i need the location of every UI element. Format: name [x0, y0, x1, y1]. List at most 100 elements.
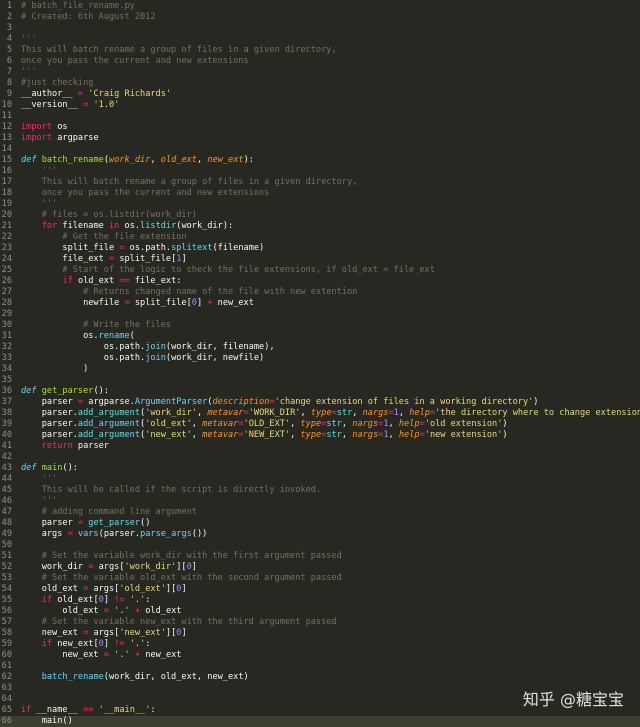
code-token: ,: [341, 419, 353, 429]
code-line[interactable]: 7 ''': [0, 67, 640, 78]
code-text: __author__ = 'Craig Richards': [21, 89, 171, 100]
line-number: 57: [1, 617, 12, 627]
code-line[interactable]: 17 This will batch rename a group of fil…: [0, 177, 640, 188]
code-token: parser: [21, 397, 78, 407]
code-line[interactable]: 31 os.rename(: [0, 331, 640, 342]
code-line[interactable]: 34 ): [0, 364, 640, 375]
code-line[interactable]: 27 # Returns changed name of the file wi…: [0, 287, 640, 298]
code-line[interactable]: 56 old_ext = '.' + old_ext: [0, 606, 640, 617]
code-line[interactable]: 14: [0, 144, 640, 155]
code-line[interactable]: 47 # adding command line argument: [0, 507, 640, 518]
code-line[interactable]: 60 new_ext = '.' + new_ext: [0, 650, 640, 661]
line-number: 9: [6, 89, 12, 99]
code-token: split_file[: [114, 254, 177, 264]
code-line[interactable]: 24 file_ext = split_file[1]: [0, 254, 640, 265]
line-number: 39: [1, 419, 12, 429]
code-line[interactable]: 38 parser.add_argument('work_dir', metav…: [0, 408, 640, 419]
code-token: old_ext[: [52, 595, 99, 605]
line-number: 61: [1, 661, 12, 671]
code-line[interactable]: 44 ''': [0, 474, 640, 485]
code-token: # files = os.listdir(work_dir): [21, 210, 197, 220]
code-token: This will batch rename a group of files …: [21, 177, 358, 187]
code-line[interactable]: 51 # Set the variable work_dir with the …: [0, 551, 640, 562]
code-line[interactable]: 59 if new_ext[0] != '.':: [0, 639, 640, 650]
code-line[interactable]: 12 import os: [0, 122, 640, 133]
code-line[interactable]: 43 def main():: [0, 463, 640, 474]
code-line[interactable]: 5 This will batch rename a group of files…: [0, 45, 640, 56]
code-line[interactable]: 3: [0, 23, 640, 34]
code-line[interactable]: 52 work_dir = args['work_dir'][0]: [0, 562, 640, 573]
code-line[interactable]: 49 args = vars(parser.parse_args()): [0, 529, 640, 540]
code-line[interactable]: 39 parser.add_argument('old_ext', metava…: [0, 419, 640, 430]
code-text: This will batch rename a group of files …: [21, 45, 337, 56]
code-token: This will be called if the script is dir…: [21, 485, 322, 495]
code-line[interactable]: 20 # files = os.listdir(work_dir): [0, 210, 640, 221]
code-line[interactable]: 35: [0, 375, 640, 386]
code-line[interactable]: 25 # Start of the logic to check the fil…: [0, 265, 640, 276]
code-line[interactable]: 11: [0, 111, 640, 122]
code-line[interactable]: 48 parser = get_parser(): [0, 518, 640, 529]
code-line[interactable]: 54 old_ext = args['old_ext'][0]: [0, 584, 640, 595]
code-line[interactable]: 50: [0, 540, 640, 551]
code-token: if: [62, 276, 73, 286]
code-line[interactable]: 61: [0, 661, 640, 672]
code-line[interactable]: 30 # Write the files: [0, 320, 640, 331]
code-token: 'Craig Richards': [88, 89, 172, 99]
code-text: os.rename(: [21, 331, 135, 342]
code-token: rename: [98, 331, 130, 341]
code-line[interactable]: 26 if old_ext == file_ext:: [0, 276, 640, 287]
code-line[interactable]: 55 if old_ext[0] != '.':: [0, 595, 640, 606]
code-line[interactable]: 46 ''': [0, 496, 640, 507]
code-line[interactable]: 19 ''': [0, 199, 640, 210]
code-token: argparse.: [83, 397, 135, 407]
code-line[interactable]: 9 __author__ = 'Craig Richards': [0, 89, 640, 100]
code-line[interactable]: 23 split_file = os.path.splitext(filenam…: [0, 243, 640, 254]
code-editor[interactable]: 1 # batch_file_rename.py 2 # Created: 6th A…: [0, 0, 640, 727]
code-line[interactable]: 10 __version__ = '1.0': [0, 100, 640, 111]
code-text: main(): [21, 716, 73, 727]
code-line[interactable]: 42: [0, 452, 640, 463]
code-token: def: [21, 463, 37, 473]
code-line[interactable]: 22 # Get the file extension: [0, 232, 640, 243]
code-line[interactable]: 66 main(): [0, 716, 640, 727]
code-line[interactable]: 8 #just checking: [0, 78, 640, 89]
code-line[interactable]: 1 # batch_file_rename.py: [0, 1, 640, 12]
code-line[interactable]: 13 import argparse: [0, 133, 640, 144]
code-line[interactable]: 28 newfile = split_file[0] + new_ext: [0, 298, 640, 309]
code-token: main(): [21, 716, 73, 726]
code-line[interactable]: 45 This will be called if the script is …: [0, 485, 640, 496]
code-line[interactable]: 16 ''': [0, 166, 640, 177]
code-line[interactable]: 29: [0, 309, 640, 320]
code-line[interactable]: 33 os.path.join(work_dir, newfile): [0, 353, 640, 364]
code-token: '.': [114, 650, 130, 660]
code-line[interactable]: 6 once you pass the current and new exten…: [0, 56, 640, 67]
code-token: This will batch rename a group of files …: [21, 45, 337, 55]
code-line[interactable]: 21 for filename in os.listdir(work_dir):: [0, 221, 640, 232]
code-token: vars: [77, 529, 99, 539]
code-token: file_ext:: [129, 276, 182, 286]
code-line[interactable]: 57 # Set the variable new_ext with the t…: [0, 617, 640, 628]
code-token: parser.: [21, 419, 78, 429]
code-line[interactable]: 32 os.path.join(work_dir, filename),: [0, 342, 640, 353]
code-line[interactable]: 18 once you pass the current and new ext…: [0, 188, 640, 199]
code-line[interactable]: 36 def get_parser():: [0, 386, 640, 397]
code-line[interactable]: 4 ''': [0, 34, 640, 45]
code-token: (work_dir, filename),: [165, 342, 275, 352]
code-line[interactable]: 58 new_ext = args['new_ext'][0]: [0, 628, 640, 639]
code-text: ''': [21, 199, 58, 210]
code-text: # Write the files: [21, 320, 171, 331]
code-token: ,: [398, 408, 410, 418]
code-token: # Returns changed name of the file with …: [21, 287, 358, 297]
code-line[interactable]: 15 def batch_rename(work_dir, old_ext, ne…: [0, 155, 640, 166]
code-line[interactable]: 53 # Set the variable old_ext with the s…: [0, 573, 640, 584]
code-line[interactable]: 2 # Created: 6th August 2012: [0, 12, 640, 23]
code-line[interactable]: 37 parser = argparse.ArgumentParser(desc…: [0, 397, 640, 408]
code-token: str: [326, 419, 342, 429]
code-line[interactable]: 40 parser.add_argument('new_ext', metava…: [0, 430, 640, 441]
code-token: main: [41, 463, 63, 473]
code-line[interactable]: 41 return parser: [0, 441, 640, 452]
code-text: def batch_rename(work_dir, old_ext, new_…: [21, 155, 254, 166]
code-line[interactable]: 62 batch_rename(work_dir, old_ext, new_e…: [0, 672, 640, 683]
line-number: 38: [1, 408, 12, 418]
